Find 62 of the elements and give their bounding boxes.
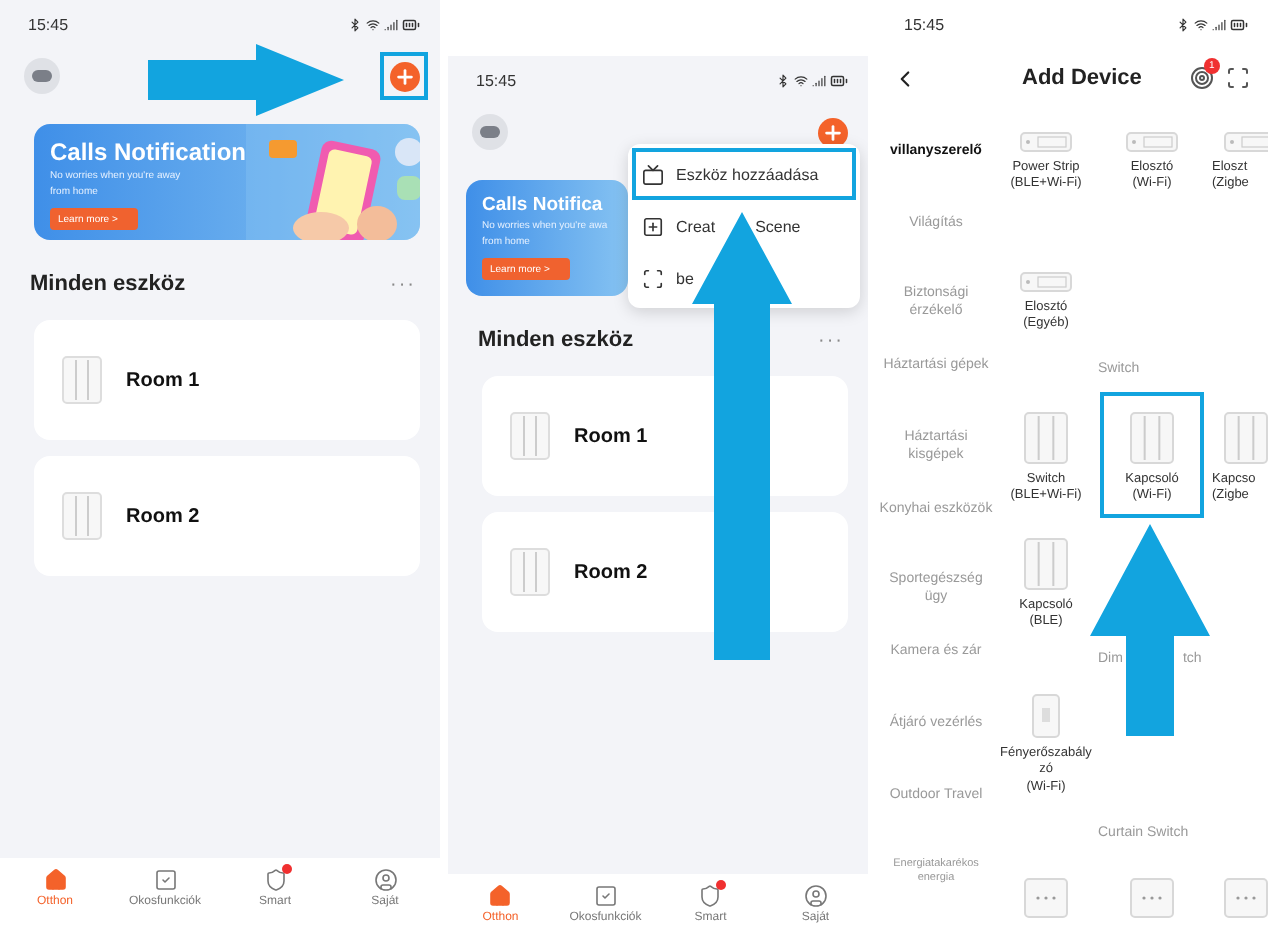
more-button[interactable]: ··· bbox=[390, 273, 416, 295]
wall-switch-icon bbox=[510, 548, 550, 596]
avatar[interactable] bbox=[24, 58, 60, 94]
wall-switch-icon bbox=[1024, 537, 1068, 590]
checkbox-icon bbox=[153, 868, 177, 892]
signal-icon bbox=[812, 73, 826, 87]
power-strip-icon bbox=[1020, 131, 1072, 152]
status-time: 15:45 bbox=[904, 15, 945, 33]
plus-icon bbox=[393, 65, 415, 87]
wall-switch-icon bbox=[1130, 411, 1174, 464]
power-strip-icon bbox=[1020, 271, 1072, 292]
room-name: Room 1 bbox=[126, 369, 200, 391]
avatar[interactable] bbox=[472, 114, 508, 150]
status-time: 15:45 bbox=[28, 15, 69, 33]
scan-icon bbox=[642, 267, 664, 289]
wifi-icon bbox=[366, 17, 380, 31]
scan-icon[interactable] bbox=[1225, 66, 1250, 90]
room-card[interactable]: Room 1 bbox=[34, 320, 420, 440]
banner-title: Calls Notifica bbox=[482, 194, 605, 216]
signal-icon bbox=[384, 17, 398, 31]
section-title: Minden eszköz bbox=[478, 328, 634, 352]
bluetooth-icon bbox=[348, 17, 362, 31]
signal-icon bbox=[1212, 17, 1226, 31]
shield-icon bbox=[698, 884, 723, 908]
curtain-switch-icon bbox=[1130, 878, 1174, 918]
page-title: Add Device bbox=[1022, 66, 1142, 90]
more-button[interactable]: ··· bbox=[818, 329, 844, 351]
add-button[interactable] bbox=[389, 61, 419, 91]
home-icon bbox=[488, 884, 513, 908]
scene-icon bbox=[642, 215, 664, 237]
menu-item[interactable]: be bbox=[632, 252, 856, 304]
user-icon bbox=[373, 868, 397, 892]
power-strip-icon bbox=[1126, 131, 1178, 152]
wifi-icon bbox=[1194, 17, 1208, 31]
wall-switch-icon bbox=[62, 492, 102, 540]
add-button[interactable] bbox=[817, 117, 847, 147]
battery-icon bbox=[402, 15, 420, 33]
dimmer-icon bbox=[1032, 693, 1060, 738]
wall-switch-icon bbox=[510, 412, 550, 460]
status-time: 15:45 bbox=[476, 71, 517, 89]
menu-item[interactable]: Eszköz hozzáadása bbox=[632, 148, 856, 200]
checkbox-icon bbox=[593, 884, 618, 908]
battery-icon bbox=[830, 71, 848, 89]
bluetooth-icon bbox=[776, 73, 790, 87]
room-name: Room 1 bbox=[574, 425, 648, 447]
wall-switch-icon bbox=[1024, 411, 1068, 464]
room-name: Room 2 bbox=[126, 505, 200, 527]
room-card[interactable]: Room 2 bbox=[34, 456, 420, 576]
curtain-switch-icon bbox=[1024, 878, 1068, 918]
battery-icon bbox=[1230, 15, 1248, 33]
user-icon bbox=[803, 884, 828, 908]
wifi-icon bbox=[794, 73, 808, 87]
room-name: Room 2 bbox=[574, 561, 648, 583]
target-icon[interactable] bbox=[1189, 66, 1214, 90]
home-icon bbox=[43, 868, 67, 892]
section-title: Minden eszköz bbox=[30, 272, 186, 296]
device-icon bbox=[642, 163, 664, 185]
shield-icon bbox=[263, 868, 287, 892]
menu-item[interactable]: Creat Scene bbox=[632, 200, 856, 252]
banner-title: Calls Notification bbox=[50, 138, 247, 166]
wall-switch-icon bbox=[62, 356, 102, 404]
bluetooth-icon bbox=[1176, 17, 1190, 31]
